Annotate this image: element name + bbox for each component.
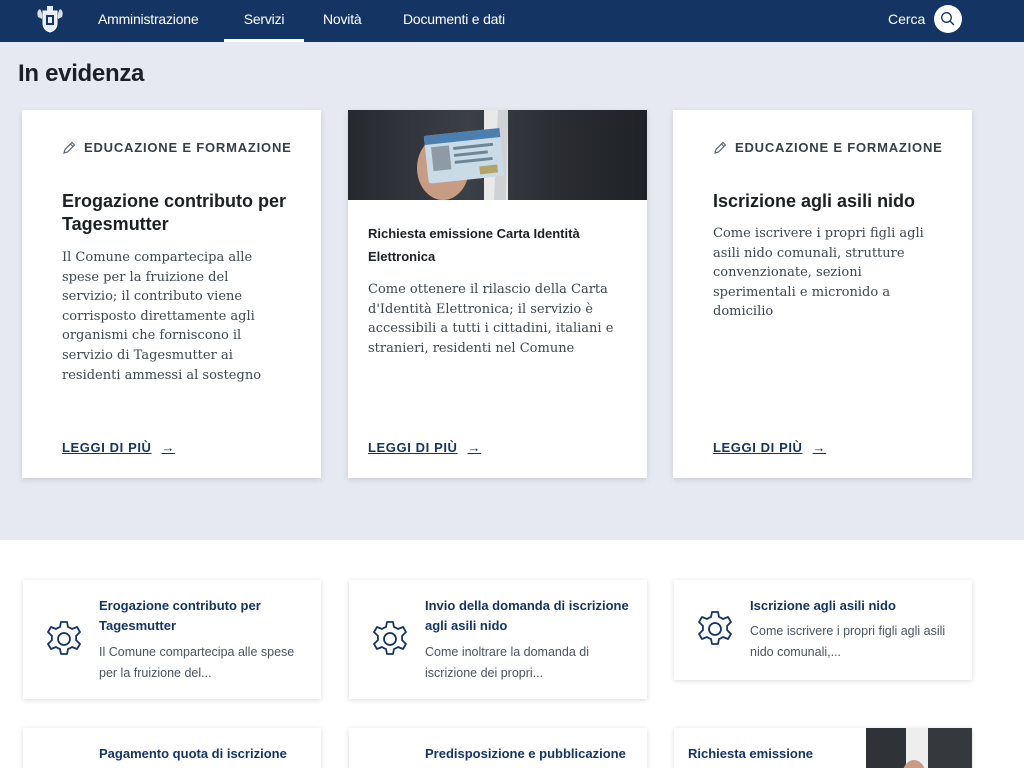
service-description: Come iscrivere i propri figli agli asili… (750, 624, 946, 659)
category-label: EDUCAZIONE E FORMAZIONE (84, 140, 292, 155)
service-title[interactable]: Iscrizione agli asili nido (750, 596, 956, 616)
gear-icon (47, 621, 81, 655)
highlight-card[interactable]: EDUCAZIONE E FORMAZIONE Iscrizione agli … (673, 110, 972, 478)
read-more-link[interactable]: LEGGI DI PIÙ → (62, 440, 175, 455)
top-navbar: Amministrazione Servizi Novità Documenti… (0, 0, 1024, 42)
nav-novita[interactable]: Novità (323, 0, 362, 42)
pencil-icon (714, 141, 727, 154)
read-more-label: LEGGI DI PIÙ (368, 440, 458, 455)
card-description: Come iscrivere i propri figli agli asili… (713, 226, 924, 320)
service-title[interactable]: Predisposizione e pubblicazione (425, 744, 631, 764)
service-title[interactable]: Invio della domanda di iscrizione agli a… (425, 596, 631, 636)
read-more-label: LEGGI DI PIÙ (62, 440, 152, 455)
municipality-logo-icon[interactable] (34, 3, 66, 35)
section-title: In evidenza (18, 60, 145, 87)
service-description: Il Comune compartecipa alle spese per la… (99, 645, 295, 680)
search-label[interactable]: Cerca (888, 0, 925, 42)
id-card-photo (348, 110, 647, 200)
service-description: Come inoltrare la domanda di iscrizione … (425, 645, 589, 680)
service-title[interactable]: Pagamento quota di iscrizione (99, 744, 305, 764)
service-card[interactable]: Iscrizione agli asili nido Come iscriver… (674, 580, 972, 680)
card-description: Come ottenere il rilascio della Carta d'… (368, 282, 614, 356)
search-button[interactable] (934, 5, 962, 33)
service-card[interactable]: Predisposizione e pubblicazione (349, 728, 647, 768)
card-title[interactable]: Richiesta emissione Carta Identità Elett… (368, 222, 623, 268)
pencil-icon (63, 141, 76, 154)
card-title[interactable]: Iscrizione agli asili nido (713, 190, 942, 213)
service-card[interactable]: Invio della domanda di iscrizione agli a… (349, 580, 647, 699)
service-title[interactable]: Richiesta emissione Carta (688, 744, 846, 768)
nav-amministrazione[interactable]: Amministrazione (98, 0, 199, 42)
card-category[interactable]: EDUCAZIONE E FORMAZIONE (713, 140, 943, 155)
service-title[interactable]: Erogazione contributo per Tagesmutter (99, 596, 305, 636)
card-description: Il Comune compartecipa alle spese per la… (62, 250, 262, 383)
card-category[interactable]: EDUCAZIONE E FORMAZIONE (62, 140, 292, 155)
nav-servizi[interactable]: Servizi (224, 0, 304, 42)
service-thumbnail (866, 728, 972, 768)
service-card[interactable]: Erogazione contributo per Tagesmutter Il… (23, 580, 321, 699)
arrow-right-icon: → (812, 440, 827, 455)
highlight-card[interactable]: EDUCAZIONE E FORMAZIONE Erogazione contr… (22, 110, 321, 478)
service-card[interactable]: Pagamento quota di iscrizione (23, 728, 321, 768)
highlights-section: In evidenza EDUCAZIONE E FORMAZIONE Erog… (0, 42, 1024, 540)
search-icon (941, 12, 955, 26)
arrow-right-icon: → (161, 440, 176, 455)
arrow-right-icon: → (467, 440, 482, 455)
highlight-card[interactable]: Richiesta emissione Carta Identità Elett… (348, 110, 647, 478)
card-title[interactable]: Erogazione contributo per Tagesmutter (62, 190, 291, 236)
read-more-link[interactable]: LEGGI DI PIÙ → (713, 440, 826, 455)
service-card[interactable]: Richiesta emissione Carta (674, 728, 972, 768)
gear-icon (698, 611, 732, 645)
gear-icon (373, 621, 407, 655)
read-more-link[interactable]: LEGGI DI PIÙ → (368, 440, 481, 455)
category-label: EDUCAZIONE E FORMAZIONE (735, 140, 943, 155)
read-more-label: LEGGI DI PIÙ (713, 440, 803, 455)
nav-documenti-e-dati[interactable]: Documenti e dati (403, 0, 505, 42)
